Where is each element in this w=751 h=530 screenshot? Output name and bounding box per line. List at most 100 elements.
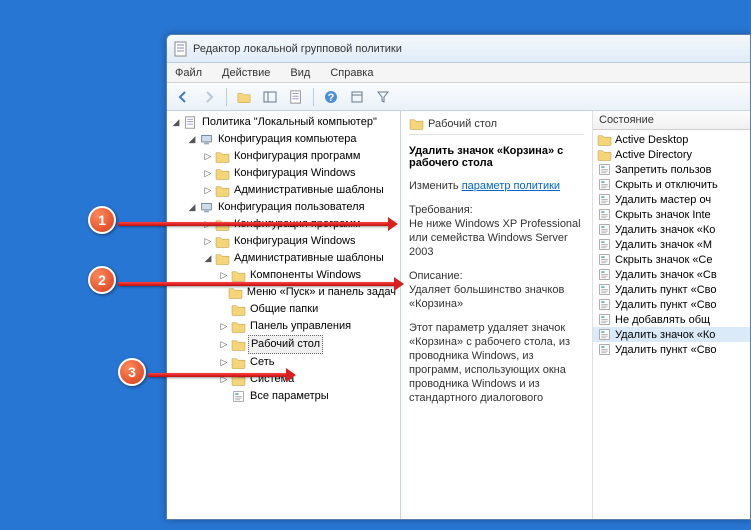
collapse-icon[interactable]: ◢ [187,135,197,145]
window-title: Редактор локальной групповой политики [193,43,402,55]
tree-cc-software[interactable]: ▷Конфигурация программ [201,148,400,165]
edit-link-row: Изменить параметр политики [409,179,584,193]
edit-policy-link[interactable]: параметр политики [462,180,560,192]
list-item[interactable]: Удалить значок «Ко [593,327,750,342]
expand-icon[interactable]: ▷ [219,340,229,350]
list-item[interactable]: Скрыть значок Inte [593,207,750,222]
detail-header: Рабочий стол [409,117,584,135]
menubar: Файл Действие Вид Справка [167,63,750,83]
show-hide-tree-button[interactable] [258,86,282,108]
up-button[interactable] [232,86,256,108]
tree-pane: ◢Политика "Локальный компьютер" ◢Конфигу… [167,111,401,519]
annotation-marker-2: 2 [88,266,116,294]
expand-icon[interactable]: ▷ [203,169,213,179]
tree-at-desktop[interactable]: ▷Рабочий стол [217,335,400,354]
collapse-icon[interactable]: ◢ [187,203,197,213]
list-item-label: Удалить значок «Ко [615,329,715,341]
tree-cc-windows[interactable]: ▷Конфигурация Windows [201,165,400,182]
setting-icon [597,238,612,251]
setting-icon [597,268,612,281]
setting-icon [597,283,612,296]
expand-icon[interactable]: ▷ [219,358,229,368]
selected-item-title: Удалить значок «Корзина» с рабочего стол… [409,145,584,169]
list-item-label: Скрыть и отключить [615,179,718,191]
detail-pane: Рабочий стол Удалить значок «Корзина» с … [401,111,750,519]
list-item[interactable]: Удалить пункт «Сво [593,282,750,297]
titlebar[interactable]: Редактор локальной групповой политики [167,35,750,63]
annotation-arrow-3 [148,373,288,377]
settings-list: Состояние Active Desktop Active Directory… [593,111,750,519]
description: Описание:Удаляет большинство значков «Ко… [409,269,584,311]
list-item[interactable]: Удалить значок «М [593,237,750,252]
annotation-arrow-2 [118,282,396,286]
content-area: ◢Политика "Локальный компьютер" ◢Конфигу… [167,111,750,519]
list-item[interactable]: Скрыть и отключить [593,177,750,192]
list-item[interactable]: Active Desktop [593,132,750,147]
collapse-icon[interactable]: ◢ [203,254,213,264]
list-item[interactable]: Не добавлять общ [593,312,750,327]
list-item[interactable]: Скрыть значок «Се [593,252,750,267]
list-item[interactable]: Удалить пункт «Сво [593,342,750,357]
menu-file[interactable]: Файл [171,65,206,81]
setting-icon [597,298,612,311]
list-item-label: Active Directory [615,149,692,161]
back-button[interactable] [171,86,195,108]
collapse-icon[interactable]: ◢ [171,118,181,128]
tree-at-shared[interactable]: Общие папки [217,301,400,318]
expand-icon[interactable]: ▷ [203,152,213,162]
list-item-label: Скрыть значок Inte [615,209,711,221]
tree-at-network[interactable]: ▷Сеть [217,354,400,371]
forward-button[interactable] [197,86,221,108]
menu-view[interactable]: Вид [286,65,314,81]
menu-help[interactable]: Справка [326,65,377,81]
list-item-label: Удалить значок «М [615,239,712,251]
expand-icon[interactable]: ▷ [203,237,213,247]
expand-icon[interactable]: ▷ [219,322,229,332]
tree-at-controlpanel[interactable]: ▷Панель управления [217,318,400,335]
menu-action[interactable]: Действие [218,65,274,81]
list-item[interactable]: Удалить значок «Св [593,267,750,282]
expand-icon[interactable]: ▷ [203,186,213,196]
setting-icon [597,343,612,356]
setting-icon [597,328,612,341]
setting-icon [597,163,612,176]
gpedit-window: Редактор локальной групповой политики Фа… [166,34,751,520]
setting-icon [597,223,612,236]
requirements: Требования:Не ниже Windows XP Profession… [409,203,584,259]
tree-at-startmenu[interactable]: Меню «Пуск» и панель задач [217,284,400,301]
list-item-label: Удалить пункт «Сво [615,344,717,356]
list-item[interactable]: Active Directory [593,147,750,162]
list-item[interactable]: Удалить мастер оч [593,192,750,207]
export-button[interactable] [284,86,308,108]
filter-button[interactable] [371,86,395,108]
list-body[interactable]: Active Desktop Active Directory Запретить … [593,130,750,359]
column-header-state[interactable]: Состояние [593,111,750,130]
annotation-arrow-1 [118,222,390,226]
annotation-marker-3: 3 [118,358,146,386]
list-item-label: Не добавлять общ [615,314,710,326]
tree-uc-windows[interactable]: ▷Конфигурация Windows [201,233,400,250]
list-item[interactable]: Удалить значок «Ко [593,222,750,237]
help-button[interactable]: ? [319,86,343,108]
list-item-label: Удалить значок «Св [615,269,717,281]
toolbar: ? [167,83,750,111]
list-item[interactable]: Запретить пользов [593,162,750,177]
list-item[interactable]: Удалить пункт «Сво [593,297,750,312]
tree-uc-admin[interactable]: ◢Административные шаблоны [201,250,400,267]
setting-icon [597,253,612,266]
tree-root[interactable]: ◢Политика "Локальный компьютер" [169,114,400,131]
expand-icon[interactable]: ▷ [219,271,229,281]
tree-at-all[interactable]: Все параметры [217,388,400,405]
tree-cc-admin[interactable]: ▷Административные шаблоны [201,182,400,199]
policy-tree[interactable]: ◢Политика "Локальный компьютер" ◢Конфигу… [167,114,400,405]
list-item-label: Запретить пользов [615,164,711,176]
list-item-label: Удалить пункт «Сво [615,299,717,311]
detail-heading: Рабочий стол [428,118,497,130]
tree-computer-config[interactable]: ◢Конфигурация компьютера [185,131,400,148]
folder-icon [597,148,612,161]
tree-user-config[interactable]: ◢Конфигурация пользователя [185,199,400,216]
list-item-label: Удалить пункт «Сво [615,284,717,296]
properties-button[interactable] [345,86,369,108]
folder-icon [409,117,424,130]
annotation-marker-1: 1 [88,206,116,234]
